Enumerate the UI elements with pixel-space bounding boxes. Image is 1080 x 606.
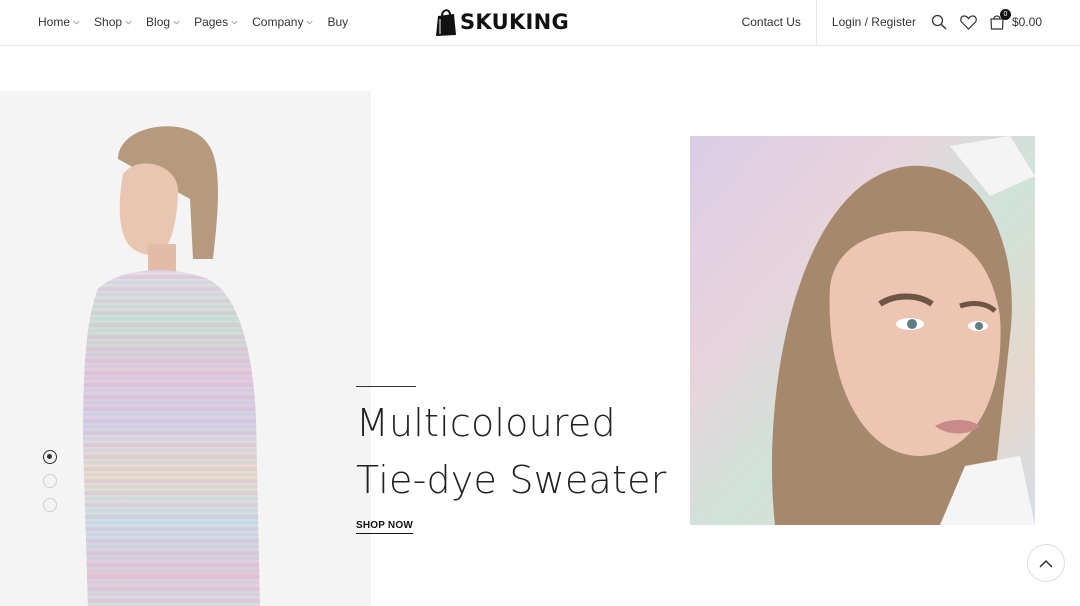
nav-item-pages[interactable]: Pages <box>194 15 238 29</box>
wishlist-button[interactable] <box>960 13 978 31</box>
chevron-down-icon <box>231 20 238 24</box>
contact-link[interactable]: Contact Us <box>742 15 801 29</box>
slide-dot-3[interactable] <box>43 498 57 512</box>
search-button[interactable] <box>930 13 948 31</box>
slide-dot-2[interactable] <box>43 474 57 488</box>
header-divider <box>815 0 817 45</box>
chevron-down-icon <box>125 20 132 24</box>
nav-item-company[interactable]: Company <box>252 15 314 29</box>
model-portrait-photo <box>690 136 1035 525</box>
login-register-link[interactable]: Login / Register <box>832 15 916 29</box>
nav-item-blog[interactable]: Blog <box>146 15 180 29</box>
nav-label: Buy <box>327 15 349 29</box>
nav-label: Pages <box>194 15 229 29</box>
headline-divider <box>356 386 416 387</box>
slide-dots <box>43 450 57 522</box>
shopping-bag-logo-icon <box>436 9 456 36</box>
site-header: Home Shop Blog Pages Company Buy SKUKING… <box>0 0 1080 46</box>
main-nav: Home Shop Blog Pages Company Buy <box>38 0 362 44</box>
scroll-to-top-button[interactable] <box>1027 544 1065 582</box>
chevron-down-icon <box>73 20 80 24</box>
slide-dot-1[interactable] <box>43 450 57 464</box>
logo-text: SKUKING <box>460 10 570 34</box>
chevron-up-icon <box>1039 559 1053 568</box>
nav-item-buy[interactable]: Buy <box>327 15 348 29</box>
hero-left-panel <box>0 91 371 606</box>
cart-count-badge: 0 <box>999 9 1011 20</box>
chevron-down-icon <box>173 20 180 24</box>
search-icon <box>931 14 947 30</box>
model-photo <box>83 126 260 606</box>
nav-label: Home <box>38 15 71 29</box>
nav-item-shop[interactable]: Shop <box>94 15 132 29</box>
cart-button[interactable]: 0 $0.00 <box>990 9 1042 30</box>
header-actions: Contact Us Login / Register 0 $0.00 <box>742 0 1042 45</box>
headline-line-1: Multicoloured <box>356 401 616 445</box>
nav-label: Shop <box>94 15 123 29</box>
site-logo[interactable]: SKUKING <box>435 7 569 37</box>
headline-line-2: Tie-dye Sweater <box>356 458 667 502</box>
chevron-down-icon <box>306 20 314 24</box>
nav-item-home[interactable]: Home <box>38 15 80 29</box>
nav-label: Company <box>252 15 304 29</box>
shop-now-button[interactable]: SHOP NOW <box>356 520 413 534</box>
hero-headline: Multicoloured Tie-dye Sweater <box>356 395 667 509</box>
hero-right-photo <box>690 136 1035 525</box>
nav-label: Blog <box>146 15 171 29</box>
heart-icon <box>960 14 978 30</box>
cart-total: $0.00 <box>1011 15 1042 29</box>
